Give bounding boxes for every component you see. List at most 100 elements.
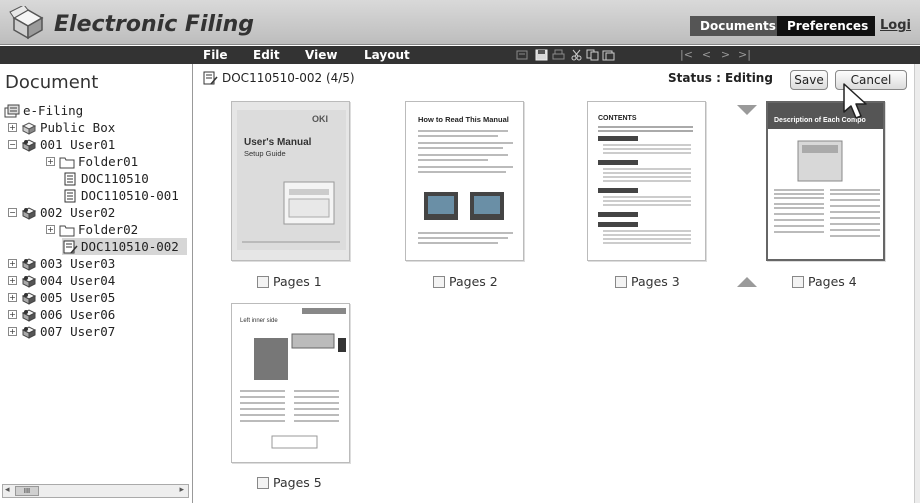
box-icon — [21, 121, 37, 135]
move-down-arrow-icon[interactable] — [737, 105, 757, 115]
page-4-label: Pages 4 — [808, 274, 857, 289]
menu-edit[interactable]: Edit — [253, 47, 280, 63]
main-vertical-scrollbar[interactable] — [914, 64, 920, 503]
document-icon — [62, 189, 78, 203]
move-up-arrow-icon[interactable] — [737, 277, 757, 287]
box-logo-icon — [8, 4, 48, 43]
tree-item-label: DOC110510 — [81, 171, 149, 186]
tree-item[interactable]: e-Filing — [4, 102, 83, 119]
menubar: File Edit View Layout |< < > >| — [0, 46, 920, 64]
tree-item[interactable]: − 002 User02 — [8, 204, 115, 221]
page-1-brand: OKI — [312, 114, 328, 124]
menu-file[interactable]: File — [203, 47, 228, 63]
tree-item[interactable]: +003 User03 — [8, 255, 115, 272]
page-3-checkbox[interactable] — [615, 275, 627, 288]
cut-icon[interactable] — [570, 49, 583, 61]
page-2-label: Pages 2 — [449, 274, 498, 289]
efiling-icon — [4, 104, 20, 118]
expand-icon[interactable]: + — [8, 293, 17, 302]
page-1-label: Pages 1 — [273, 274, 322, 289]
page-5-select[interactable]: Pages 5 — [257, 475, 322, 490]
save-icon[interactable] — [535, 49, 548, 61]
page-4-checkbox[interactable] — [792, 275, 804, 288]
mouse-cursor-icon — [843, 83, 867, 119]
page-3-select[interactable]: Pages 3 — [615, 274, 680, 289]
menu-view[interactable]: View — [305, 47, 337, 63]
prev-page-icon[interactable]: < — [700, 49, 713, 61]
page-thumbnail-5[interactable]: Left inner side — [231, 303, 350, 463]
tree-item-label: DOC110510-001 — [81, 188, 179, 203]
folder-icon — [59, 155, 75, 169]
edit-icon[interactable] — [516, 49, 529, 61]
page-4-select[interactable]: Pages 4 — [792, 274, 857, 289]
page-3-heading: CONTENTS — [598, 115, 637, 122]
tree-item-label: 007 User07 — [40, 324, 116, 339]
page-2-preview: How to Read This Manual — [418, 115, 513, 244]
tree-item-label: 006 User06 — [40, 307, 116, 322]
expand-icon[interactable]: + — [8, 327, 17, 336]
expand-icon[interactable]: + — [46, 225, 55, 234]
expand-icon[interactable]: + — [8, 310, 17, 319]
user-box-icon — [21, 291, 37, 305]
expand-icon[interactable]: + — [8, 123, 17, 132]
document-edit-icon — [62, 240, 78, 254]
tree-item[interactable]: +007 User07 — [8, 323, 115, 340]
logout-link[interactable]: Logi — [880, 18, 911, 33]
sidebar-horizontal-scrollbar[interactable]: ◂ III ▸ — [2, 484, 189, 498]
tree-item-label: DOC110510-002 — [81, 239, 179, 254]
first-page-icon[interactable]: |< — [680, 49, 693, 61]
user-box-icon — [21, 325, 37, 339]
expand-icon[interactable]: + — [8, 276, 17, 285]
page-thumbnail-3[interactable]: CONTENTS — [587, 101, 706, 261]
save-button[interactable]: Save — [790, 70, 828, 90]
tab-documents[interactable]: Documents — [690, 16, 777, 36]
sidebar: Document e-Filing + Public Box −001 User01 +… — [0, 64, 193, 503]
page-2-select[interactable]: Pages 2 — [433, 274, 498, 289]
scroll-thumb[interactable]: III — [15, 486, 39, 496]
user-box-icon — [21, 257, 37, 271]
last-page-icon[interactable]: >| — [738, 49, 751, 61]
scroll-right-icon[interactable]: ▸ — [179, 485, 184, 495]
page-5-checkbox[interactable] — [257, 476, 269, 489]
page-thumbnail-1[interactable]: OKI User's Manual Setup Guide — [231, 101, 350, 261]
tree-item[interactable]: + Folder02 — [46, 221, 138, 238]
tree-item[interactable]: DOC110510 — [62, 170, 149, 187]
tree-item[interactable]: +006 User06 — [8, 306, 115, 323]
page-5-label: Pages 5 — [273, 475, 322, 490]
edit-status: Status : Editing — [668, 71, 773, 85]
collapse-icon[interactable]: − — [8, 140, 17, 149]
tree-item[interactable]: DOC110510-002 — [62, 238, 187, 255]
next-page-icon[interactable]: > — [719, 49, 732, 61]
expand-icon[interactable]: + — [8, 259, 17, 268]
tree-item[interactable]: +005 User05 — [8, 289, 115, 306]
expand-icon[interactable]: + — [46, 157, 55, 166]
tree-item-label: 001 User01 — [40, 137, 116, 152]
tree-item[interactable]: − 001 User01 — [8, 136, 115, 153]
tree-item[interactable]: +004 User04 — [8, 272, 115, 289]
page-1-select[interactable]: Pages 1 — [257, 274, 322, 289]
app-title: Electronic Filing — [54, 12, 254, 37]
tree-item[interactable]: + Public Box — [8, 119, 115, 136]
app-header: Electronic Filing Documents Preferences … — [0, 0, 920, 45]
paste-icon[interactable] — [602, 49, 615, 61]
tree-item-label: 004 User04 — [40, 273, 116, 288]
page-2-checkbox[interactable] — [433, 275, 445, 288]
page-1-checkbox[interactable] — [257, 275, 269, 288]
print-icon[interactable] — [552, 49, 565, 61]
document-edit-icon — [202, 71, 218, 85]
copy-icon[interactable] — [586, 49, 599, 61]
menu-layout[interactable]: Layout — [364, 47, 410, 63]
document-name: DOC110510-002 — [222, 71, 323, 85]
page-thumbnail-2[interactable]: How to Read This Manual — [405, 101, 524, 261]
tree-item-label: Folder01 — [78, 154, 139, 169]
tab-preferences[interactable]: Preferences — [777, 16, 875, 36]
page-3-preview: CONTENTS — [598, 115, 693, 244]
page-2-heading: How to Read This Manual — [418, 115, 509, 124]
tree-item-label: 003 User03 — [40, 256, 116, 271]
sidebar-title: Document — [5, 72, 99, 93]
collapse-icon[interactable]: − — [8, 208, 17, 217]
scroll-left-icon[interactable]: ◂ — [5, 485, 10, 495]
tree-item[interactable]: DOC110510-001 — [62, 187, 179, 204]
tree-item-label: Public Box — [40, 120, 116, 135]
tree-item[interactable]: + Folder01 — [46, 153, 138, 170]
